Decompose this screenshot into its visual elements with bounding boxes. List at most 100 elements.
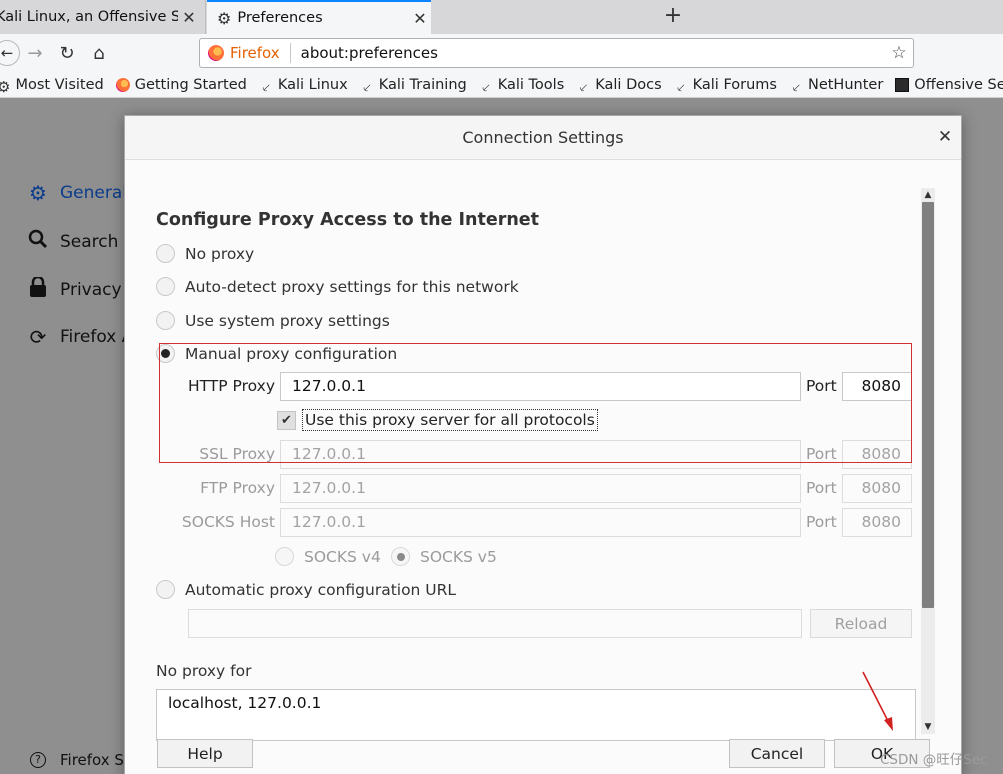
kali-dragon-icon: ⸔ <box>480 80 491 96</box>
no-proxy-for-textarea[interactable]: localhost, 127.0.0.1 <box>156 689 916 741</box>
no-proxy-label: No proxy <box>185 244 255 263</box>
tab-preferences[interactable]: ⚙ Preferences ✕ <box>207 0 431 34</box>
category-label: Search <box>60 231 119 252</box>
search-icon <box>26 229 50 254</box>
system-proxy-label: Use system proxy settings <box>185 311 390 330</box>
auto-proxy-url-option[interactable]: Automatic proxy configuration URL <box>156 580 456 599</box>
socks-host-input[interactable]: 127.0.0.1 <box>280 508 801 537</box>
close-icon[interactable]: ✕ <box>935 127 955 147</box>
identity-label: Firefox <box>230 43 291 63</box>
tab-kali-linux[interactable]: Kali Linux, an Offensive Security ✕ <box>0 0 206 34</box>
close-tab-icon[interactable]: ✕ <box>409 9 431 28</box>
help-icon: ? <box>30 752 46 768</box>
auto-proxy-url-label: Automatic proxy configuration URL <box>185 580 457 599</box>
bookmark-kali-forums[interactable]: ⸔ Kali Forums <box>674 77 777 96</box>
category-firefox-account[interactable]: ⟳ Firefox A <box>26 325 134 349</box>
category-label: General <box>60 183 127 203</box>
no-proxy-radio[interactable] <box>156 244 175 263</box>
manual-proxy-option[interactable]: Manual proxy configuration <box>156 344 397 363</box>
bookmarks-toolbar: ⚙ Most Visited Getting Started ⸔ Kali Li… <box>0 72 1003 98</box>
tab-title: Kali Linux, an Offensive Security <box>0 9 178 25</box>
cancel-button[interactable]: Cancel <box>729 739 825 768</box>
use-for-all-protocols-option[interactable]: ✔ Use this proxy server for all protocol… <box>277 409 598 431</box>
kali-dragon-icon: ⸔ <box>675 80 686 96</box>
bookmark-label: Getting Started <box>134 76 247 93</box>
ftp-port-input[interactable]: 8080 <box>842 474 912 503</box>
socks-host-label: SOCKS Host <box>181 513 275 531</box>
help-button[interactable]: Help <box>157 739 253 768</box>
navigation-toolbar: ← → ↻ ⌂ Firefox about:preferences ☆ <box>0 34 1003 72</box>
tab-strip: Kali Linux, an Offensive Security ✕ ⚙ Pr… <box>0 0 1003 34</box>
category-search[interactable]: Search <box>26 229 118 254</box>
scroll-down-icon[interactable]: ▼ <box>921 720 935 734</box>
url-text[interactable]: about:preferences <box>301 44 885 62</box>
bookmark-label: Kali Linux <box>277 76 348 93</box>
section-title: Configure Proxy Access to the Internet <box>156 210 540 230</box>
kali-dragon-icon: ⸔ <box>578 80 589 96</box>
gear-icon: ⚙ <box>0 77 11 96</box>
bookmark-offensive-security[interactable]: Offensive Security <box>895 77 1003 93</box>
socks-v4-option[interactable]: SOCKS v4 <box>275 547 381 566</box>
bookmark-kali-tools[interactable]: ⸔ Kali Tools <box>479 77 564 96</box>
socks-v4-radio[interactable] <box>275 547 294 566</box>
new-tab-button[interactable]: + <box>660 3 686 28</box>
reload-button[interactable]: ↻ <box>54 40 80 66</box>
http-port-label: Port <box>806 377 837 395</box>
back-button[interactable]: ← <box>0 40 20 66</box>
system-proxy-radio[interactable] <box>156 311 175 330</box>
home-icon: ⌂ <box>93 42 105 64</box>
connection-settings-dialog: Connection Settings ✕ Configure Proxy Ac… <box>124 115 962 774</box>
bookmark-getting-started[interactable]: Getting Started <box>115 76 247 93</box>
bookmark-kali-docs[interactable]: ⸔ Kali Docs <box>576 76 662 96</box>
http-port-input[interactable]: 8080 <box>842 372 912 401</box>
manual-proxy-radio[interactable] <box>156 344 175 363</box>
watermark-text: CSDN @旺仔Sec <box>880 752 988 768</box>
category-general[interactable]: ⚙ General <box>26 181 127 205</box>
bookmark-label: Offensive Security <box>914 76 1003 93</box>
ssl-proxy-input[interactable]: 127.0.0.1 <box>280 440 801 469</box>
ssl-port-input[interactable]: 8080 <box>842 440 912 469</box>
dialog-header: Connection Settings ✕ <box>125 116 961 160</box>
use-for-all-checkbox[interactable]: ✔ <box>277 410 296 430</box>
ftp-proxy-label: FTP Proxy <box>200 479 275 497</box>
url-bar[interactable]: Firefox about:preferences ☆ <box>199 38 914 68</box>
kali-dragon-icon: ⸔ <box>260 80 271 96</box>
http-proxy-input[interactable]: 127.0.0.1 <box>280 372 801 401</box>
bookmark-star-icon[interactable]: ☆ <box>885 43 913 63</box>
firefox-icon <box>208 45 224 61</box>
bookmark-most-visited[interactable]: ⚙ Most Visited <box>0 77 104 96</box>
auto-detect-option[interactable]: Auto-detect proxy settings for this netw… <box>156 277 519 296</box>
forward-arrow-icon: → <box>27 42 43 64</box>
bookmark-label: NetHunter <box>807 76 884 93</box>
category-label: Firefox A <box>60 327 134 347</box>
auto-detect-radio[interactable] <box>156 277 175 296</box>
kali-dragon-icon: ⸔ <box>361 80 372 96</box>
http-proxy-label: HTTP Proxy <box>187 377 275 395</box>
bookmark-kali-linux[interactable]: ⸔ Kali Linux <box>259 76 348 96</box>
scrollbar-thumb[interactable] <box>922 202 934 608</box>
bookmark-kali-training[interactable]: ⸔ Kali Training <box>360 77 467 96</box>
auto-proxy-url-input[interactable] <box>188 609 802 638</box>
bookmark-nethunter[interactable]: ⸔ NetHunter <box>789 76 884 96</box>
dialog-title: Connection Settings <box>462 128 624 147</box>
socks-v5-option[interactable]: SOCKS v5 <box>391 547 497 566</box>
bookmark-label: Kali Docs <box>595 76 662 93</box>
auto-proxy-url-radio[interactable] <box>156 580 175 599</box>
firefox-icon <box>115 77 130 92</box>
ftp-port-label: Port <box>806 479 837 497</box>
ssl-proxy-label: SSL Proxy <box>199 445 275 463</box>
system-proxy-option[interactable]: Use system proxy settings <box>156 311 390 330</box>
no-proxy-option[interactable]: No proxy <box>156 244 254 263</box>
firefox-support-link[interactable]: ? Firefox Su <box>30 751 133 769</box>
socks-v5-radio[interactable] <box>391 547 410 566</box>
reload-button[interactable]: Reload <box>810 609 912 638</box>
socks-port-input[interactable]: 8080 <box>842 508 912 537</box>
home-button[interactable]: ⌂ <box>86 40 112 66</box>
scroll-up-icon[interactable]: ▲ <box>921 188 935 202</box>
offsec-icon <box>895 77 910 92</box>
manual-proxy-label: Manual proxy configuration <box>185 344 398 363</box>
ftp-proxy-input[interactable]: 127.0.0.1 <box>280 474 801 503</box>
ssl-port-label: Port <box>806 445 837 463</box>
forward-button[interactable]: → <box>22 40 48 66</box>
close-tab-icon[interactable]: ✕ <box>178 8 200 27</box>
